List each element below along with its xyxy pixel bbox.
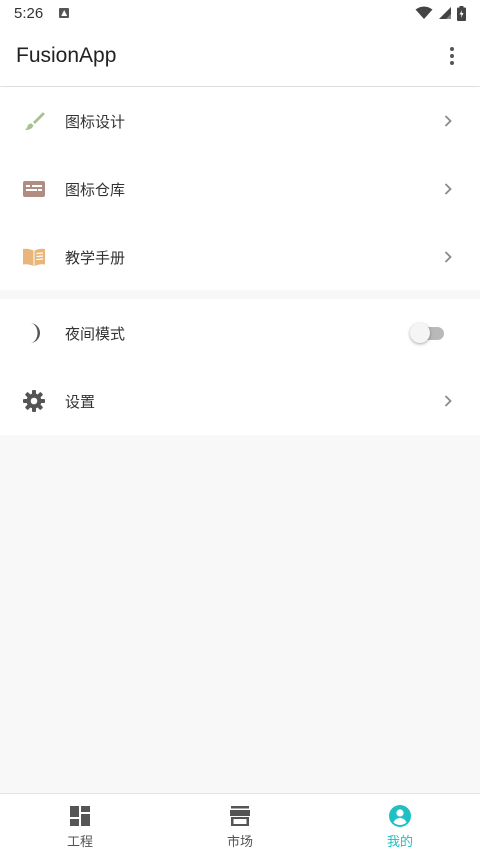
menu-item-tutorial[interactable]: 教学手册 — [0, 223, 480, 291]
menu-item-label: 图标仓库 — [65, 180, 126, 199]
account-icon — [389, 805, 411, 827]
status-time: 5:26 — [14, 4, 44, 22]
gear-icon — [22, 389, 46, 413]
chevron-right-icon — [444, 183, 452, 195]
chevron-right-icon — [444, 251, 452, 263]
nav-item-market[interactable]: 市场 — [160, 794, 320, 853]
signal-icon — [439, 7, 451, 19]
battery-icon — [457, 5, 466, 21]
nav-label: 工程 — [66, 835, 93, 850]
store-icon — [230, 806, 250, 826]
menu-item-night-mode[interactable]: 夜间模式 — [0, 299, 480, 367]
nav-label: 我的 — [386, 835, 413, 850]
app-bar: FusionApp — [0, 26, 480, 86]
menu-item-label: 夜间模式 — [65, 324, 126, 343]
bottom-navigation: 工程 市场 我的 — [0, 793, 480, 853]
menu-group-preferences: 夜间模式 设置 — [0, 299, 480, 435]
more-vert-icon[interactable] — [440, 44, 464, 68]
chevron-right-icon — [444, 395, 452, 407]
nav-item-project[interactable]: 工程 — [0, 794, 160, 853]
nav-label: 市场 — [226, 835, 253, 850]
menu-item-icon-design[interactable]: 图标设计 — [0, 87, 480, 155]
status-icons — [415, 5, 466, 21]
wifi-icon — [415, 6, 433, 19]
brush-icon — [22, 109, 46, 133]
notification-icon — [59, 8, 70, 18]
book-icon — [22, 245, 46, 269]
dashboard-icon — [70, 806, 90, 826]
menu-item-label: 图标设计 — [65, 112, 126, 131]
toggle-thumb — [410, 323, 430, 343]
app-title: FusionApp — [16, 44, 117, 67]
menu-item-settings[interactable]: 设置 — [0, 367, 480, 435]
moon-icon — [22, 321, 46, 345]
menu-group-tools: 图标设计 图标仓库 教学手册 — [0, 87, 480, 290]
night-mode-toggle[interactable] — [410, 322, 446, 344]
nav-item-mine[interactable]: 我的 — [320, 794, 480, 853]
menu-item-icon-repository[interactable]: 图标仓库 — [0, 155, 480, 223]
status-bar: 5:26 — [0, 0, 480, 26]
chevron-right-icon — [444, 115, 452, 127]
menu-item-label: 设置 — [65, 392, 96, 411]
keyboard-icon — [22, 177, 46, 201]
menu-item-label: 教学手册 — [65, 248, 126, 267]
